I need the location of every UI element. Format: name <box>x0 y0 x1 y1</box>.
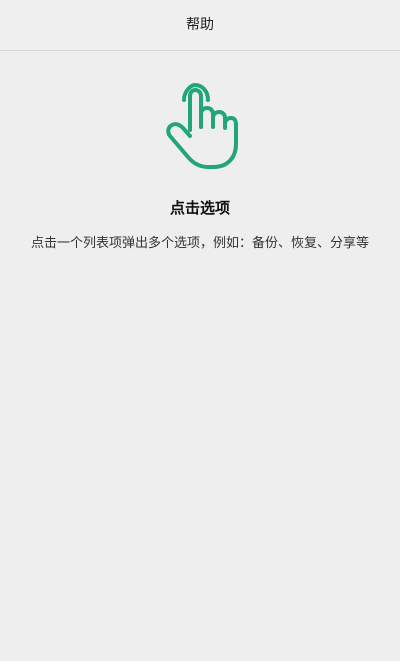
help-item-title: 点击选项 <box>169 199 230 217</box>
help-screen: 帮助 点击选项 点击一个列表项弹出多个选项，例如：备份、恢复、分享等 <box>0 0 400 661</box>
page-title: 帮助 <box>186 17 214 33</box>
help-item-description: 点击一个列表项弹出多个选项，例如：备份、恢复、分享等 <box>30 236 369 251</box>
header-bar: 帮助 <box>0 0 400 51</box>
tap-hand-icon <box>166 83 238 169</box>
